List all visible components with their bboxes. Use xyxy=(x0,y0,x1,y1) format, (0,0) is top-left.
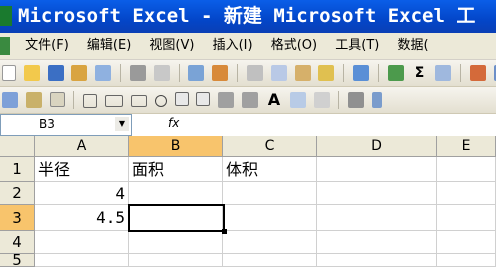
window-title: Microsoft Excel - 新建 Microsoft Excel 工 xyxy=(18,5,476,27)
toolbar-separator xyxy=(377,64,379,82)
cell-c2[interactable] xyxy=(223,182,317,205)
sort-icon[interactable] xyxy=(435,65,452,81)
edit-box-icon[interactable] xyxy=(25,92,42,108)
cell-e4[interactable] xyxy=(437,231,496,254)
row-header-2[interactable]: 2 xyxy=(0,182,35,205)
cell-a2[interactable]: 4 xyxy=(35,182,129,205)
worksheet-grid: A B C D E 1 2 3 4 5 半径 面积 体积 4 4.5 xyxy=(0,136,496,268)
cell-d2[interactable] xyxy=(317,182,437,205)
cell-b4[interactable] xyxy=(129,231,223,254)
chart-icon[interactable] xyxy=(470,65,487,81)
active-cell-border xyxy=(128,204,225,232)
menu-grip-icon xyxy=(0,37,10,55)
option-button-icon[interactable] xyxy=(154,95,167,107)
cell-c3[interactable] xyxy=(223,205,317,231)
image-icon[interactable] xyxy=(289,92,306,108)
cell-a3[interactable]: 4.5 xyxy=(35,205,129,231)
cell-a4[interactable] xyxy=(35,231,129,254)
select-all-corner[interactable] xyxy=(0,136,35,157)
column-header-c[interactable]: C xyxy=(223,136,317,157)
research-icon[interactable] xyxy=(212,65,229,81)
cell-b2[interactable] xyxy=(129,182,223,205)
toolbar-separator xyxy=(338,91,340,109)
cell-d5[interactable] xyxy=(317,254,437,267)
column-header-e[interactable]: E xyxy=(437,136,496,157)
cell-c5[interactable] xyxy=(223,254,317,267)
button-icon[interactable] xyxy=(105,95,124,107)
toolbar-separator xyxy=(343,64,345,82)
menu-edit[interactable]: 编辑(E) xyxy=(80,33,138,59)
cell-e2[interactable] xyxy=(437,182,496,205)
cell-b1[interactable]: 面积 xyxy=(129,157,223,182)
checkbox-icon[interactable] xyxy=(83,94,98,108)
name-box-dropdown-icon[interactable]: ▼ xyxy=(115,117,129,131)
scroll-bar-icon[interactable] xyxy=(218,92,235,108)
list-box-icon[interactable] xyxy=(174,92,189,106)
toolbar-separator xyxy=(120,64,122,82)
toolbar-separator xyxy=(178,64,180,82)
cell-c1[interactable]: 体积 xyxy=(223,157,317,182)
formula-bar: B3 ▼ fx xyxy=(0,114,496,137)
permission-icon[interactable] xyxy=(71,65,88,81)
undo-icon[interactable] xyxy=(353,65,370,81)
label-icon[interactable] xyxy=(2,92,18,108)
menu-view[interactable]: 视图(V) xyxy=(142,33,201,59)
toggle-grid-icon[interactable] xyxy=(313,92,330,108)
column-header-d[interactable]: D xyxy=(317,136,437,157)
menu-data[interactable]: 数据( xyxy=(390,33,435,59)
text-icon[interactable]: A xyxy=(266,92,282,108)
edit-box-icon[interactable] xyxy=(130,95,147,107)
menu-format[interactable]: 格式(O) xyxy=(264,33,324,59)
menu-file[interactable]: 文件(F) xyxy=(18,33,76,59)
toolbar-separator xyxy=(237,64,239,82)
group-box-icon[interactable] xyxy=(49,92,65,107)
menu-tools[interactable]: 工具(T) xyxy=(328,33,386,59)
spelling-icon[interactable] xyxy=(188,65,205,81)
hyperlink-icon[interactable] xyxy=(387,65,404,81)
name-box-value: B3 xyxy=(39,117,55,131)
forms-toolbar: A xyxy=(0,87,496,114)
copy-icon[interactable] xyxy=(270,65,287,81)
format-painter-icon[interactable] xyxy=(318,65,335,81)
title-bar: Microsoft Excel - 新建 Microsoft Excel 工 xyxy=(0,0,496,33)
standard-toolbar: Σ xyxy=(0,60,496,87)
cell-b5[interactable] xyxy=(129,254,223,267)
combo-box-icon[interactable] xyxy=(196,92,211,106)
print-preview-icon[interactable] xyxy=(153,65,170,81)
fill-handle[interactable] xyxy=(222,229,227,234)
cell-a1[interactable]: 半径 xyxy=(35,157,129,182)
cut-icon[interactable] xyxy=(246,65,263,81)
menu-bar: 文件(F) 编辑(E) 视图(V) 插入(I) 格式(O) 工具(T) 数据( xyxy=(0,33,496,60)
cell-c4[interactable] xyxy=(223,231,317,254)
open-icon[interactable] xyxy=(23,65,40,81)
menu-insert[interactable]: 插入(I) xyxy=(206,33,260,59)
row-header-1[interactable]: 1 xyxy=(0,157,35,182)
spinner-icon[interactable] xyxy=(242,92,259,108)
cell-d3[interactable] xyxy=(317,205,437,231)
save-icon[interactable] xyxy=(47,65,64,81)
properties-icon[interactable] xyxy=(348,92,365,108)
cell-a5[interactable] xyxy=(35,254,129,267)
cell-e5[interactable] xyxy=(437,254,496,267)
autosum-icon[interactable]: Σ xyxy=(412,65,428,81)
cell-e3[interactable] xyxy=(437,205,496,231)
function-icon[interactable]: fx xyxy=(168,116,179,130)
print-icon[interactable] xyxy=(129,65,146,81)
toolbar-separator xyxy=(73,91,75,109)
row-header-3[interactable]: 3 xyxy=(0,205,35,231)
name-box[interactable]: B3 ▼ xyxy=(0,114,132,136)
paste-icon[interactable] xyxy=(294,65,311,81)
excel-app-icon xyxy=(0,6,12,26)
column-header-a[interactable]: A xyxy=(35,136,129,157)
email-icon[interactable] xyxy=(95,65,112,81)
cell-d1[interactable] xyxy=(317,157,437,182)
cell-d4[interactable] xyxy=(317,231,437,254)
cell-e1[interactable] xyxy=(437,157,496,182)
new-icon[interactable] xyxy=(2,65,16,81)
row-header-5[interactable]: 5 xyxy=(0,253,35,268)
toolbar-options-icon[interactable] xyxy=(372,92,383,108)
toolbar-separator xyxy=(460,64,462,82)
column-header-b[interactable]: B xyxy=(129,136,223,157)
